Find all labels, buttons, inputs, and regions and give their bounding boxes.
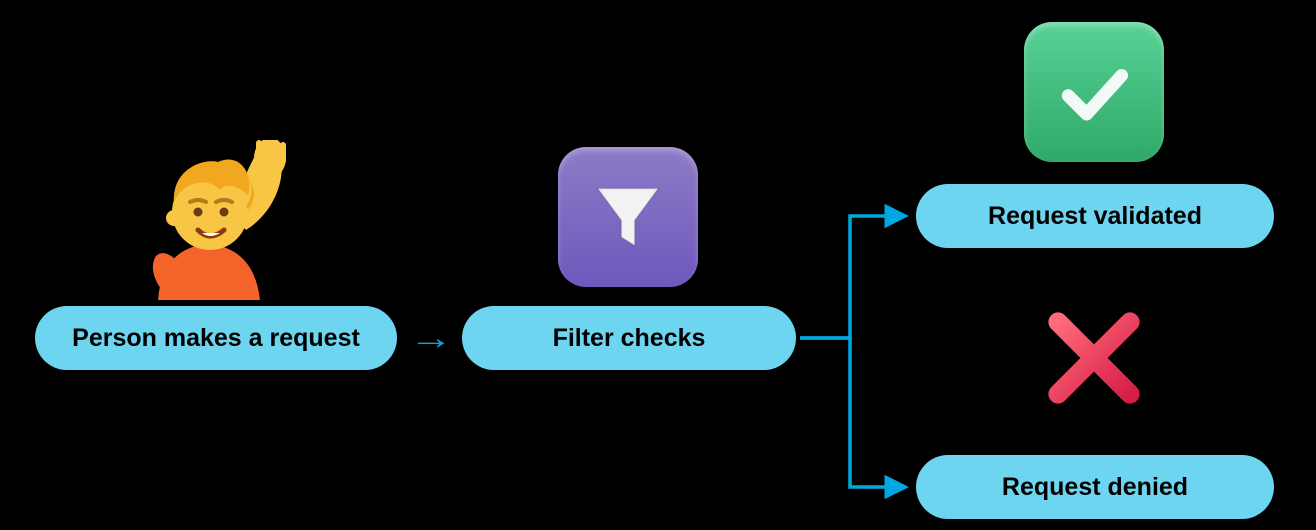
step-validated-label: Request validated (988, 202, 1202, 231)
step-request-label: Person makes a request (72, 324, 360, 353)
step-validated: Request validated (916, 184, 1274, 248)
filter-icon (558, 147, 698, 287)
cross-icon (1024, 288, 1164, 428)
step-request: Person makes a request (35, 306, 397, 370)
step-filter: Filter checks (462, 306, 796, 370)
step-filter-label: Filter checks (553, 324, 706, 353)
arrow-right-icon: → (409, 319, 453, 358)
step-denied-label: Request denied (1002, 473, 1188, 502)
arrow-branch-icon (792, 170, 932, 530)
person-raising-hand-icon (128, 140, 298, 300)
checkmark-icon (1024, 22, 1164, 162)
step-denied: Request denied (916, 455, 1274, 519)
